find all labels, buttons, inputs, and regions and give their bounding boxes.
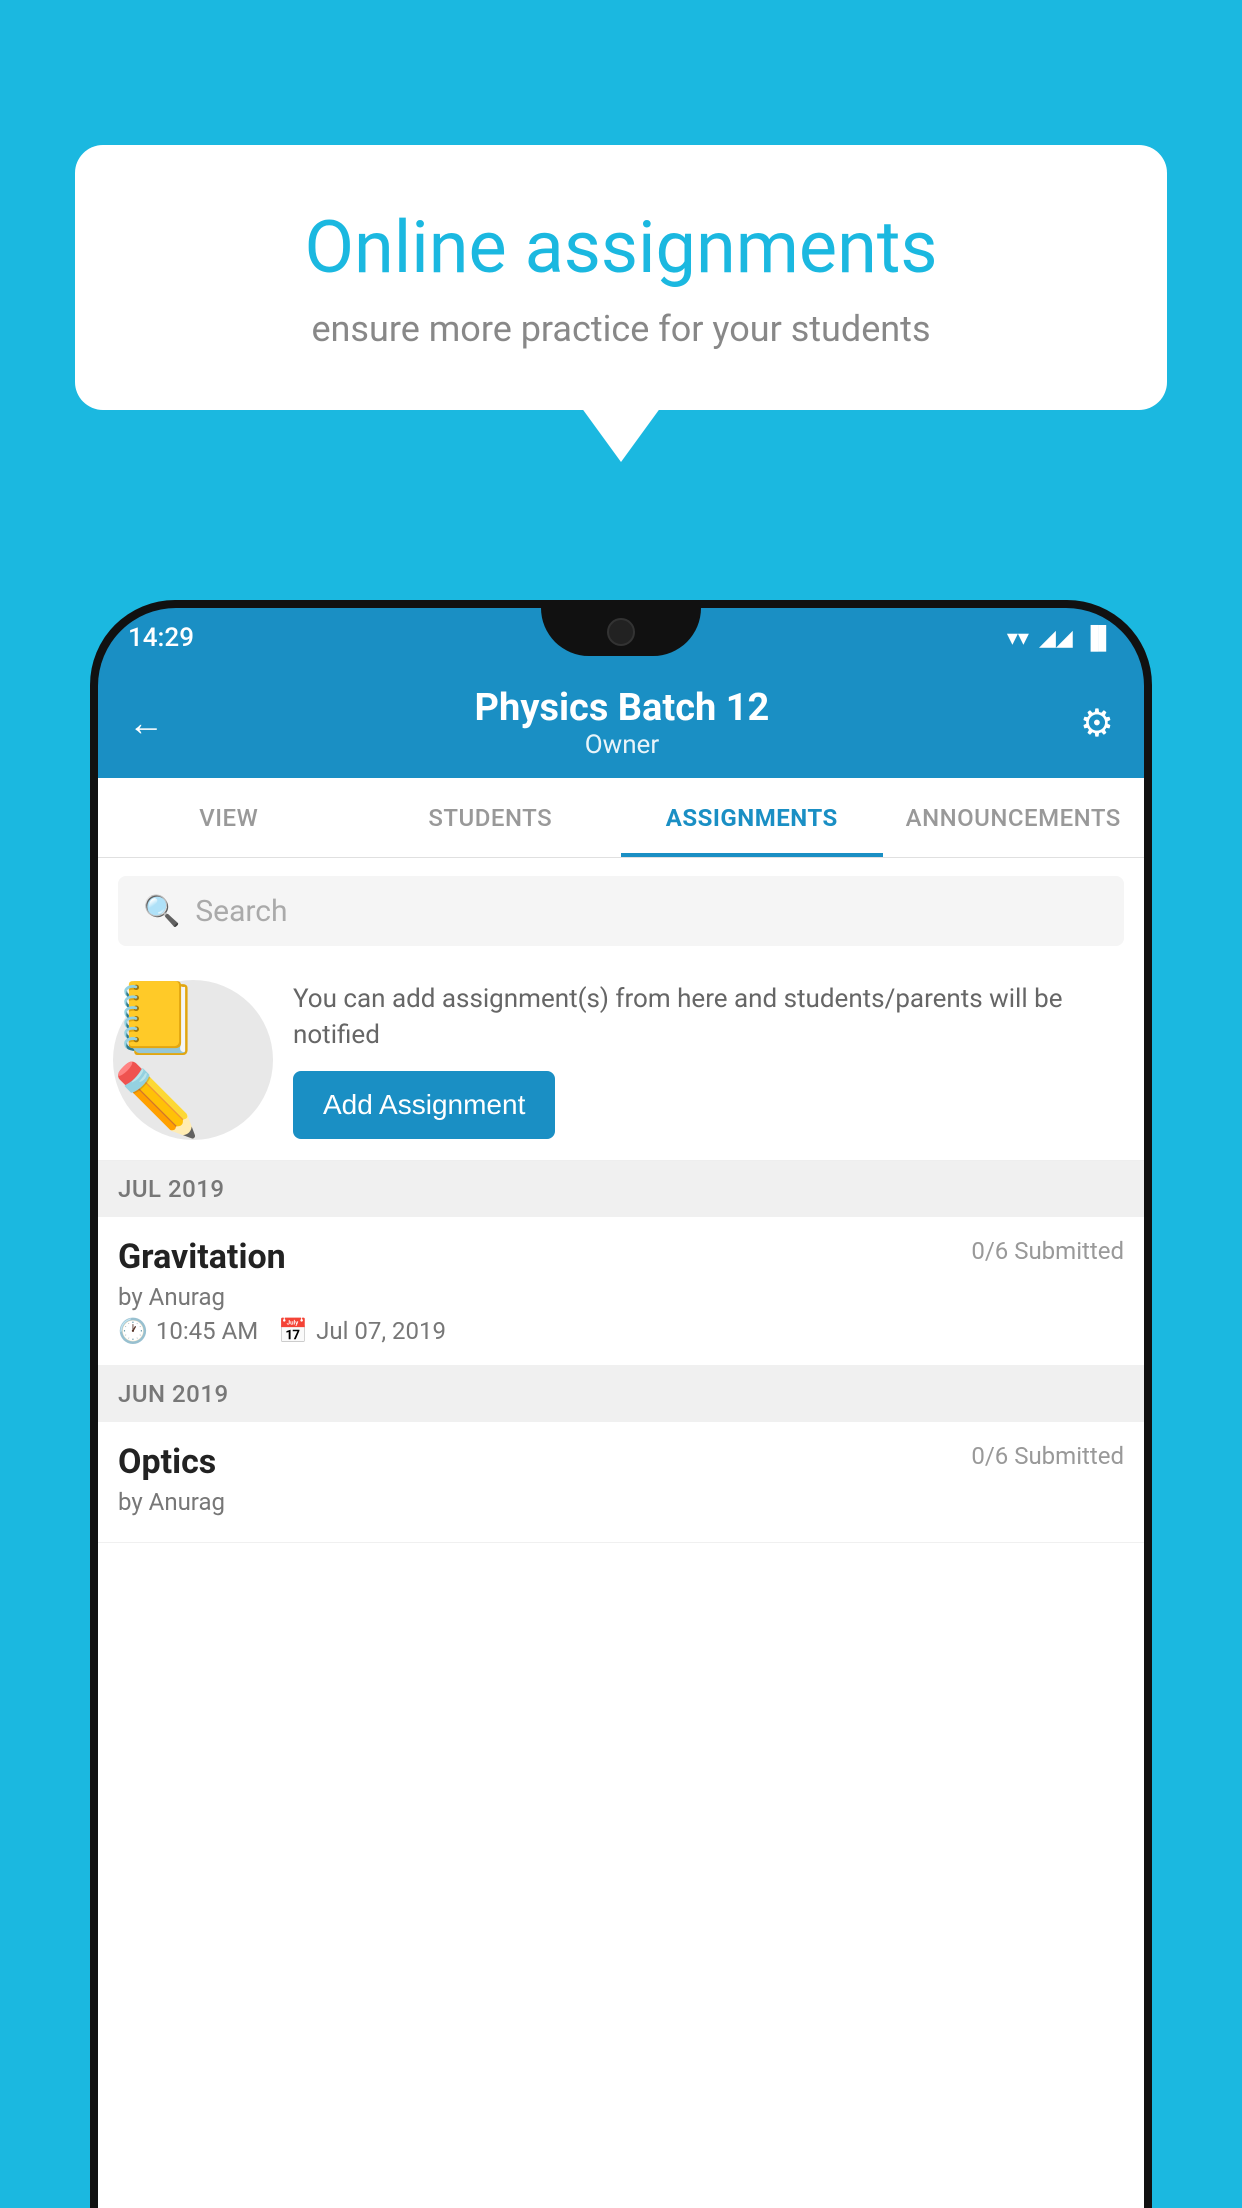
phone-notch bbox=[541, 608, 701, 656]
assignment-time-row: 🕐 10:45 AM 📅 Jul 07, 2019 bbox=[118, 1317, 1124, 1345]
assignment-item-optics[interactable]: Optics 0/6 Submitted by Anurag bbox=[98, 1422, 1144, 1543]
assignment-submitted-optics: 0/6 Submitted bbox=[971, 1442, 1124, 1470]
app-header: ← Physics Batch 12 Owner ⚙ bbox=[98, 668, 1144, 778]
month-header-jun: JUN 2019 bbox=[98, 1366, 1144, 1422]
notch-camera bbox=[607, 618, 635, 646]
settings-icon[interactable]: ⚙ bbox=[1080, 701, 1114, 746]
notebook-icon: 📒✏️ bbox=[113, 978, 273, 1142]
search-bar[interactable]: 🔍 Search bbox=[118, 876, 1124, 946]
battery-icon: ▐▌ bbox=[1083, 625, 1114, 651]
calendar-icon: 📅 bbox=[278, 1317, 308, 1345]
tab-assignments[interactable]: ASSIGNMENTS bbox=[621, 778, 883, 857]
tabs-bar: VIEW STUDENTS ASSIGNMENTS ANNOUNCEMENTS bbox=[98, 778, 1144, 858]
speech-bubble-subtitle: ensure more practice for your students bbox=[145, 308, 1097, 350]
speech-bubble-container: Online assignments ensure more practice … bbox=[75, 145, 1167, 410]
header-subtitle: Owner bbox=[164, 730, 1080, 760]
tab-announcements[interactable]: ANNOUNCEMENTS bbox=[883, 778, 1145, 857]
assignment-by: by Anurag bbox=[118, 1283, 1124, 1311]
assignment-name: Gravitation bbox=[118, 1237, 286, 1277]
phone-mockup: 14:29 ▾▾ ◢◢ ▐▌ ← Physics Batch 12 Owner … bbox=[90, 600, 1152, 2208]
tab-students[interactable]: STUDENTS bbox=[360, 778, 622, 857]
header-center: Physics Batch 12 Owner bbox=[164, 686, 1080, 760]
tab-view[interactable]: VIEW bbox=[98, 778, 360, 857]
add-assignment-button[interactable]: Add Assignment bbox=[293, 1071, 555, 1139]
screen-content: 🔍 Search 📒✏️ You can add assignment(s) f… bbox=[98, 858, 1144, 2208]
search-placeholder: Search bbox=[195, 894, 287, 929]
assignment-date: Jul 07, 2019 bbox=[316, 1317, 446, 1345]
back-button[interactable]: ← bbox=[128, 702, 164, 744]
assignment-submitted: 0/6 Submitted bbox=[971, 1237, 1124, 1265]
status-icons: ▾▾ ◢◢ ▐▌ bbox=[1007, 625, 1114, 651]
assignment-name-optics: Optics bbox=[118, 1442, 216, 1482]
time-item: 🕐 10:45 AM bbox=[118, 1317, 258, 1345]
signal-icon: ◢◢ bbox=[1039, 626, 1073, 651]
month-header-jul: JUL 2019 bbox=[98, 1161, 1144, 1217]
speech-bubble-title: Online assignments bbox=[145, 205, 1097, 290]
promo-text-area: You can add assignment(s) from here and … bbox=[293, 981, 1124, 1140]
search-icon: 🔍 bbox=[143, 894, 180, 929]
status-time: 14:29 bbox=[128, 623, 194, 653]
assignment-item-gravitation[interactable]: Gravitation 0/6 Submitted by Anurag 🕐 10… bbox=[98, 1217, 1144, 1366]
header-title: Physics Batch 12 bbox=[164, 686, 1080, 730]
clock-icon: 🕐 bbox=[118, 1317, 148, 1345]
phone-inner: 14:29 ▾▾ ◢◢ ▐▌ ← Physics Batch 12 Owner … bbox=[98, 608, 1144, 2208]
date-item: 📅 Jul 07, 2019 bbox=[278, 1317, 446, 1345]
speech-bubble: Online assignments ensure more practice … bbox=[75, 145, 1167, 410]
assignment-top-row-optics: Optics 0/6 Submitted bbox=[118, 1442, 1124, 1482]
promo-description: You can add assignment(s) from here and … bbox=[293, 981, 1124, 1054]
assignment-by-optics: by Anurag bbox=[118, 1488, 1124, 1516]
promo-section: 📒✏️ You can add assignment(s) from here … bbox=[98, 960, 1144, 1161]
assignment-top-row: Gravitation 0/6 Submitted bbox=[118, 1237, 1124, 1277]
promo-icon-circle: 📒✏️ bbox=[113, 980, 273, 1140]
assignment-time: 10:45 AM bbox=[156, 1317, 258, 1345]
wifi-icon: ▾▾ bbox=[1007, 626, 1029, 651]
